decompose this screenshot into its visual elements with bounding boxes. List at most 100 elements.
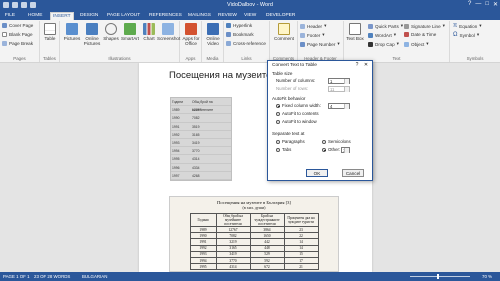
paragraphs-radio[interactable] — [276, 139, 280, 144]
page-count[interactable]: PAGE 1 OF 1 — [3, 272, 30, 281]
zoom-slider[interactable] — [410, 276, 470, 277]
screenshot-button[interactable]: Screenshot — [157, 23, 180, 41]
tab-file[interactable]: FILE — [0, 12, 20, 20]
word-count[interactable]: 23 OF 28 WORDS — [34, 272, 70, 281]
quick-parts-button[interactable]: Quick Parts ▾ — [368, 23, 403, 29]
online-video-button[interactable]: Online Video — [202, 23, 224, 46]
zoom-level[interactable]: 70 % — [482, 272, 492, 281]
num-rows-spinner: 11 — [328, 86, 350, 92]
num-rows-label: Number of rows: — [276, 86, 309, 91]
gray-table-row: 1997 4268 — [171, 172, 231, 180]
header-button[interactable]: Header ▾ — [300, 23, 326, 29]
bookmark-button[interactable]: Bookmark — [226, 32, 254, 37]
object-button[interactable]: Object ▾ — [404, 41, 429, 47]
header-icon — [300, 23, 305, 29]
autofit-section-label: AutoFit behavior — [272, 96, 306, 101]
other-radio[interactable] — [322, 147, 326, 152]
page-break-button[interactable]: Page Break — [2, 41, 33, 46]
signature-line-button[interactable]: Signature Line ▾ — [404, 23, 445, 29]
autofit-window-option[interactable]: AutoFit to window — [276, 119, 317, 124]
scanned-table-cell: 4314 — [215, 263, 251, 271]
paragraphs-option[interactable]: Paragraphs — [276, 139, 305, 144]
gray-table-row: 1993 3419 — [171, 139, 231, 148]
tab-insert[interactable]: INSERT — [50, 12, 74, 20]
num-columns-spinner[interactable]: 1 — [328, 78, 350, 84]
page-number-button[interactable]: Page Number ▾ — [300, 41, 340, 47]
scanned-header-cell: Общ брой на музейните посетители — [215, 213, 251, 227]
scanned-header-cell: Години — [189, 213, 217, 227]
text-box-icon — [349, 23, 361, 35]
scanned-header-cell: Процентен дял на чуждите туристи — [283, 213, 319, 227]
hyperlink-button[interactable]: Hyperlink — [226, 23, 252, 28]
maximize-button[interactable]: □ — [485, 1, 489, 8]
gray-table-cell: 1993 — [172, 140, 180, 145]
date-time-button[interactable]: Date & Time — [404, 32, 436, 37]
equation-button[interactable]: π Equation ▾ — [453, 23, 482, 29]
zoom-slider-thumb[interactable] — [437, 274, 439, 279]
table-button[interactable]: Table — [40, 23, 60, 41]
separate-text-section-label: Separate text at — [272, 131, 305, 136]
tab-references[interactable]: REFERENCES — [147, 12, 184, 20]
language-indicator[interactable]: BULGARIAN — [82, 272, 107, 281]
wordart-button[interactable]: WordArt ▾ — [368, 32, 396, 38]
close-button[interactable]: ✕ — [493, 1, 498, 8]
autofit-window-radio[interactable] — [276, 119, 280, 124]
other-separator-input[interactable]: 1 — [341, 147, 350, 153]
autofit-contents-option[interactable]: AutoFit to contents — [276, 111, 319, 116]
tab-mailings[interactable]: MAILINGS — [186, 12, 213, 20]
gray-table-cell: 4314 — [192, 157, 200, 162]
tab-home[interactable]: HOME — [26, 12, 44, 20]
help-button[interactable]: ? — [468, 1, 471, 8]
tab-page-layout[interactable]: PAGE LAYOUT — [105, 12, 142, 20]
bookmark-icon — [226, 32, 231, 37]
group-label-tables: Tables — [43, 56, 56, 61]
dialog-close-button[interactable]: ✕ — [362, 62, 370, 69]
group-media: Online Video Media — [202, 21, 224, 62]
tab-view[interactable]: VIEW — [242, 12, 258, 20]
dialog-help-button[interactable]: ? — [353, 62, 361, 69]
autofit-contents-radio[interactable] — [276, 111, 280, 116]
symbol-button[interactable]: Ω Symbol ▾ — [453, 32, 479, 38]
chart-icon — [143, 23, 155, 35]
selected-text-table[interactable]: Години Общ брой на посетителите 1989 1276… — [170, 97, 232, 181]
num-columns-label: Number of columns: — [276, 78, 316, 83]
signature-line-icon — [404, 23, 409, 29]
text-box-button[interactable]: Text Box — [344, 23, 366, 41]
comment-button[interactable]: Comment — [273, 23, 295, 41]
gray-table-cell: 1996 — [172, 165, 180, 170]
scanned-table-cell: 1995 — [189, 263, 217, 271]
dialog-title-bar[interactable]: Convert Text to Table ? ✕ — [268, 61, 372, 70]
cross-reference-button[interactable]: Cross-reference — [226, 41, 266, 46]
cancel-button[interactable]: Cancel — [342, 169, 364, 177]
fixed-column-width-option[interactable]: Fixed column width: — [276, 103, 321, 108]
semicolons-radio[interactable] — [322, 139, 326, 144]
footer-button[interactable]: Footer ▾ — [300, 32, 325, 38]
tabs-radio[interactable] — [276, 147, 280, 152]
pictures-button[interactable]: Pictures — [61, 23, 83, 41]
semicolons-option[interactable]: Semicolons — [322, 139, 351, 144]
document-area[interactable]: Посещения на музеите в Б Години Общ брой… — [0, 63, 500, 272]
apps-for-office-button[interactable]: Apps for Office — [180, 23, 202, 46]
group-label-pages: Pages — [13, 56, 26, 61]
tab-developer[interactable]: DEVELOPER — [264, 12, 297, 20]
other-option[interactable]: Other: — [322, 147, 340, 152]
tabs-option[interactable]: Tabs — [276, 147, 291, 152]
drop-cap-button[interactable]: Drop Cap ▾ — [368, 41, 399, 47]
tab-review[interactable]: REVIEW — [216, 12, 239, 20]
fixed-width-spinner[interactable]: 4 — [328, 103, 350, 109]
blank-page-button[interactable]: Blank Page — [2, 32, 33, 37]
title-bar: VidoDalbov - Word ? — □ ✕ — [0, 0, 500, 11]
gray-table-cell: 1991 — [172, 124, 180, 129]
ok-button[interactable]: OK — [306, 169, 328, 177]
object-icon — [404, 41, 409, 47]
minimize-button[interactable]: — — [475, 1, 481, 8]
fixed-width-radio[interactable] — [276, 103, 280, 108]
tab-design[interactable]: DESIGN — [78, 12, 100, 20]
page-break-icon — [2, 41, 7, 46]
cover-page-button[interactable]: Cover Page — [2, 23, 33, 28]
dialog-title: Convert Text to Table — [272, 63, 317, 68]
group-label-apps: Apps — [185, 56, 196, 61]
cover-page-icon — [2, 23, 7, 28]
group-pages: Cover Page Blank Page Page Break Pages — [0, 21, 40, 62]
convert-text-to-table-dialog: Convert Text to Table ? ✕ Table size Num… — [267, 60, 373, 181]
